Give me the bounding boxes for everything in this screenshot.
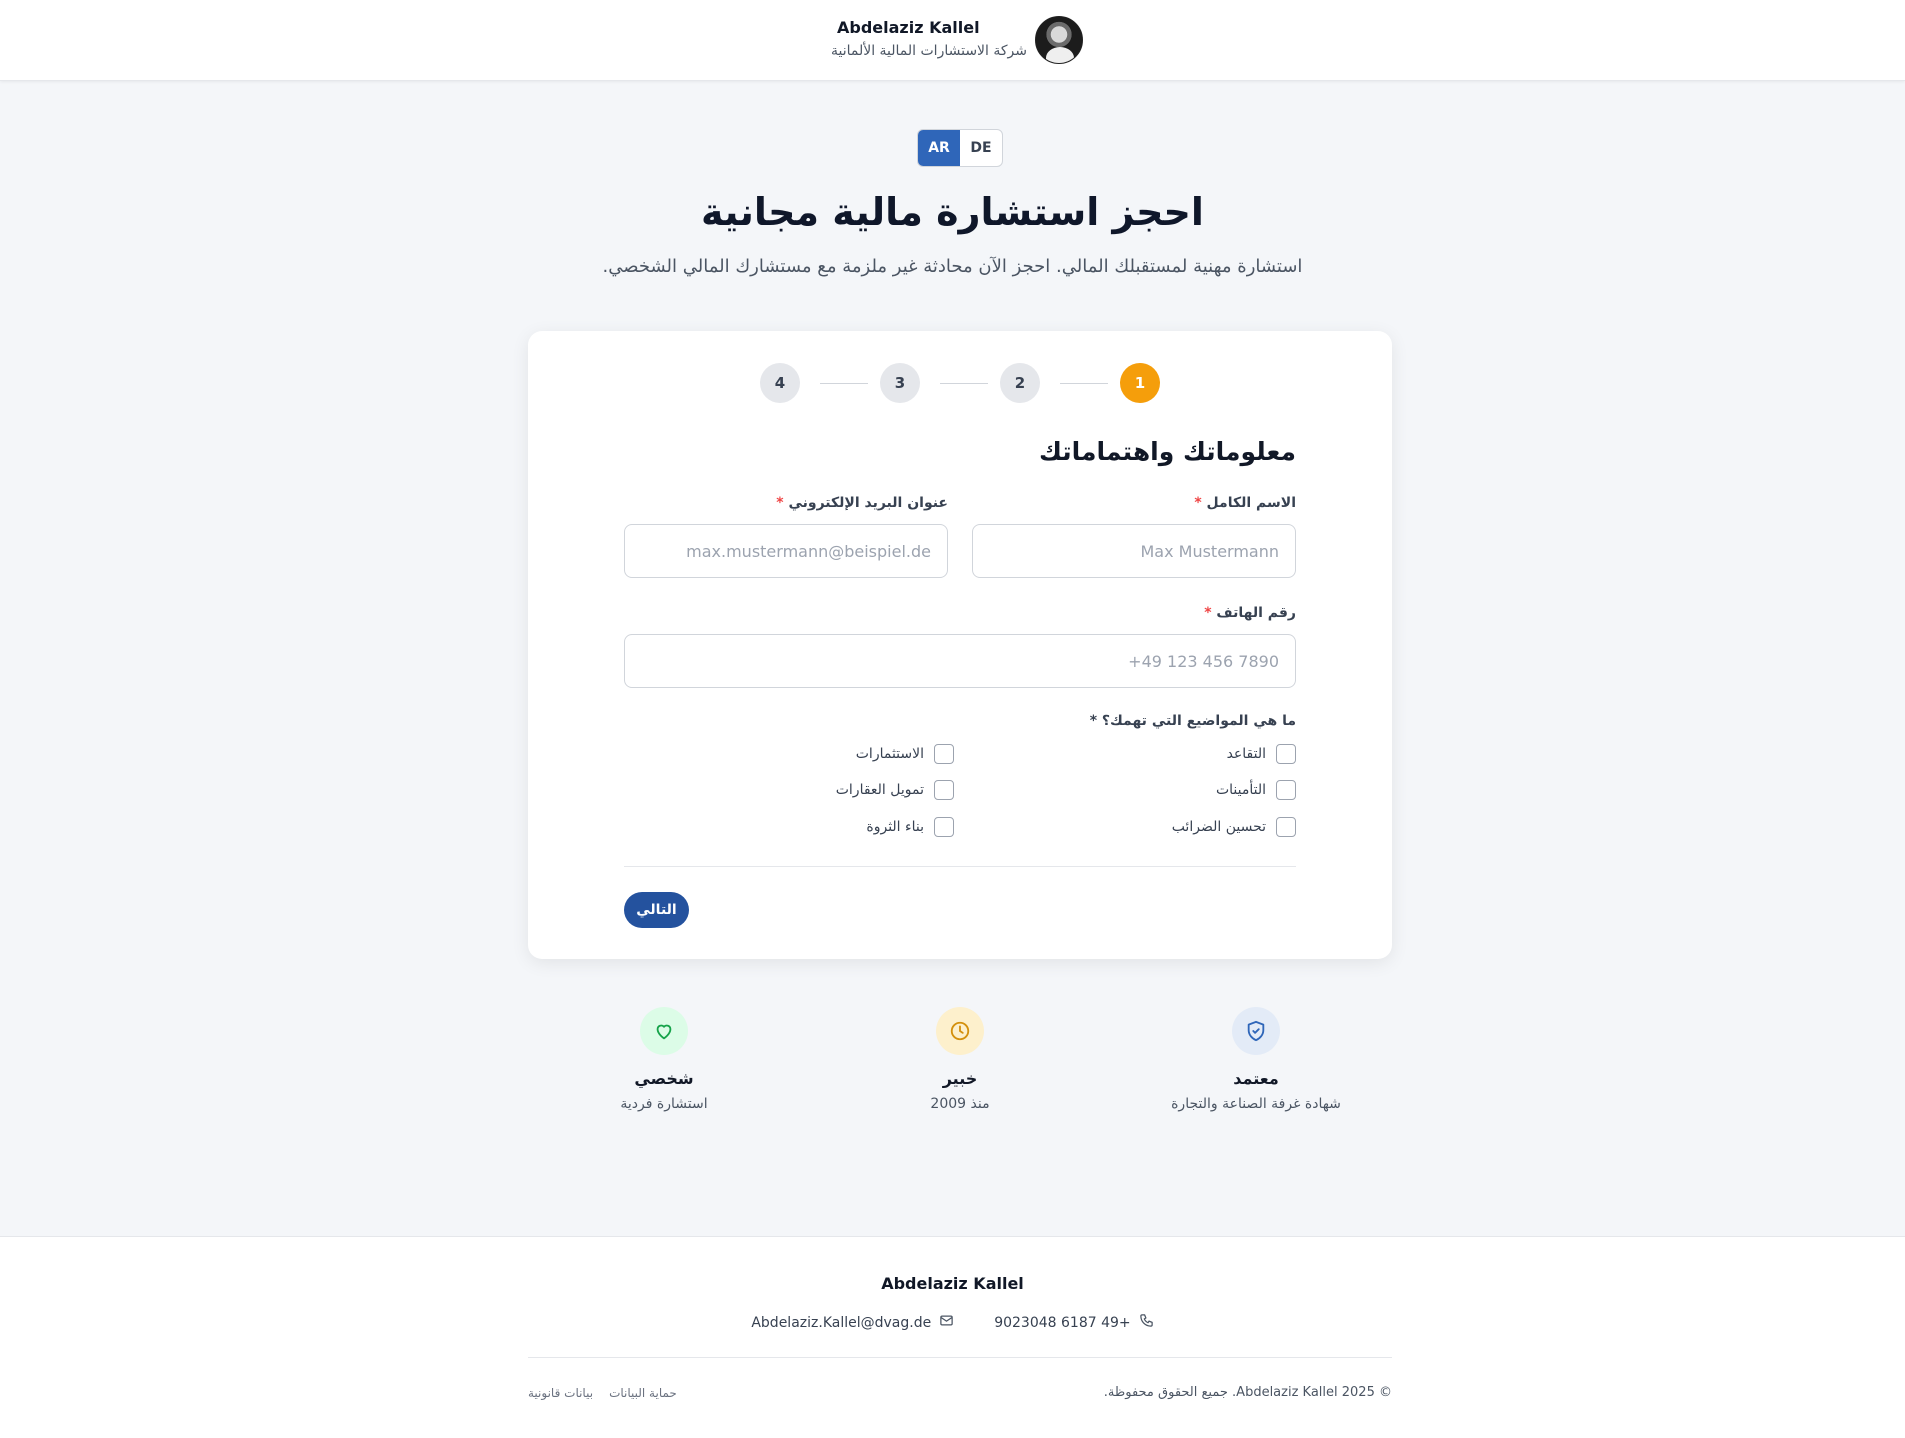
required-mark: * <box>1204 605 1212 621</box>
topic-option[interactable]: التقاعد <box>1227 744 1296 764</box>
step-connector <box>940 383 988 384</box>
footer-contacts: Abdelaziz.Kallel@dvag.de 9023048 6187 49… <box>0 1313 1905 1332</box>
email-label-text: عنوان البريد الإلكتروني <box>788 495 948 511</box>
brand-text: Abdelaziz Kallel شركة الاستشارات المالية… <box>830 18 1027 59</box>
checkbox[interactable] <box>1276 780 1296 800</box>
booking-form-card: 4 3 2 1 معلوماتك واهتماماتك الاسم الكامل… <box>528 331 1392 959</box>
topic-option[interactable]: بناء الثروة <box>866 817 954 837</box>
feature-certified: معتمد شهادة غرفة الصناعة والتجارة <box>1156 1007 1356 1112</box>
company-name: شركة الاستشارات المالية الألمانية <box>830 43 1027 59</box>
step-1: 1 <box>1120 363 1160 403</box>
page-subtitle: استشارة مهنية لمستقبلك المالي. احجز الآن… <box>602 256 1303 277</box>
mail-icon <box>939 1313 954 1332</box>
language-toggle: AR DE <box>917 129 1003 167</box>
privacy-link[interactable]: حماية البيانات <box>609 1386 677 1400</box>
full-name-label: الاسم الكامل * <box>1194 495 1296 511</box>
topic-label: بناء الثروة <box>866 819 924 835</box>
step-3: 3 <box>880 363 920 403</box>
topic-label: التقاعد <box>1226 746 1266 762</box>
page-title: احجز استشارة مالية مجانية <box>701 190 1204 234</box>
next-button[interactable]: التالي <box>624 892 689 928</box>
topic-label: تحسين الضرائب <box>1171 819 1266 835</box>
checkbox[interactable] <box>934 780 954 800</box>
step-connector <box>820 383 868 384</box>
phone-input[interactable]: +49 123 456 7890 <box>624 634 1296 688</box>
checkbox[interactable] <box>1276 744 1296 764</box>
topic-label: الاستثمارات <box>855 746 924 762</box>
checkbox[interactable] <box>934 744 954 764</box>
phone-label: رقم الهاتف * <box>1204 605 1296 621</box>
email-text: Abdelaziz.Kallel@dvag.de <box>751 1314 932 1331</box>
phone-icon <box>1139 1313 1154 1332</box>
feature-title: معتمد <box>1233 1069 1279 1088</box>
feature-expert: خبير منذ 2009 <box>860 1007 1060 1112</box>
copyright: © Abdelaziz Kallel 2025. جميع الحقوق محف… <box>1103 1385 1392 1400</box>
shield-check-icon <box>1232 1007 1280 1055</box>
topics-label: ما هي المواضيع التي تهمك؟ * <box>1089 713 1296 729</box>
clock-icon <box>936 1007 984 1055</box>
top-header: Abdelaziz Kallel شركة الاستشارات المالية… <box>0 0 1905 81</box>
footer: Abdelaziz Kallel Abdelaziz.Kallel@dvag.d… <box>0 1236 1905 1438</box>
feature-subtitle: شهادة غرفة الصناعة والتجارة <box>1171 1096 1341 1112</box>
phone-label-text: رقم الهاتف <box>1216 605 1296 621</box>
checkbox[interactable] <box>934 817 954 837</box>
feature-personal: شخصي استشارة فردية <box>564 1007 764 1112</box>
footer-email[interactable]: Abdelaziz.Kallel@dvag.de <box>751 1313 954 1332</box>
topic-option[interactable]: تمويل العقارات <box>836 780 954 800</box>
step-2: 2 <box>1000 363 1040 403</box>
feature-subtitle: استشارة فردية <box>620 1096 708 1112</box>
advisor-name: Abdelaziz Kallel <box>837 18 980 37</box>
section-title: معلوماتك واهتماماتك <box>1038 437 1296 466</box>
step-4: 4 <box>760 363 800 403</box>
lang-ar-button[interactable]: AR <box>918 130 960 166</box>
checkbox[interactable] <box>1276 817 1296 837</box>
advisor-brand: Abdelaziz Kallel شركة الاستشارات المالية… <box>830 16 1085 66</box>
form-divider <box>624 866 1296 867</box>
topic-label: تمويل العقارات <box>835 782 924 798</box>
heart-icon <box>640 1007 688 1055</box>
lang-de-button[interactable]: DE <box>960 130 1002 166</box>
topic-label: التأمينات <box>1215 782 1266 798</box>
topic-option[interactable]: الاستثمارات <box>856 744 954 764</box>
topic-option[interactable]: تحسين الضرائب <box>1172 817 1296 837</box>
step-connector <box>1060 383 1108 384</box>
email-label: عنوان البريد الإلكتروني * <box>776 495 948 511</box>
feature-subtitle: منذ 2009 <box>930 1096 990 1112</box>
feature-title: خبير <box>942 1069 978 1088</box>
required-mark: * <box>1194 495 1202 511</box>
footer-phone[interactable]: 9023048 6187 49+ <box>994 1313 1153 1332</box>
footer-links: حماية البيانات بيانات قانونية <box>528 1386 677 1400</box>
full-name-label-text: الاسم الكامل <box>1206 495 1296 511</box>
topic-option[interactable]: التأمينات <box>1216 780 1296 800</box>
imprint-link[interactable]: بيانات قانونية <box>528 1386 593 1400</box>
full-name-input[interactable]: Max Mustermann <box>972 524 1296 578</box>
feature-title: شخصي <box>634 1069 694 1088</box>
email-input[interactable]: max.mustermann@beispiel.de <box>624 524 948 578</box>
footer-divider <box>528 1357 1392 1358</box>
phone-text: 9023048 6187 49+ <box>994 1314 1131 1331</box>
required-mark: * <box>776 495 784 511</box>
avatar <box>1035 16 1083 64</box>
footer-name: Abdelaziz Kallel <box>881 1274 1024 1293</box>
